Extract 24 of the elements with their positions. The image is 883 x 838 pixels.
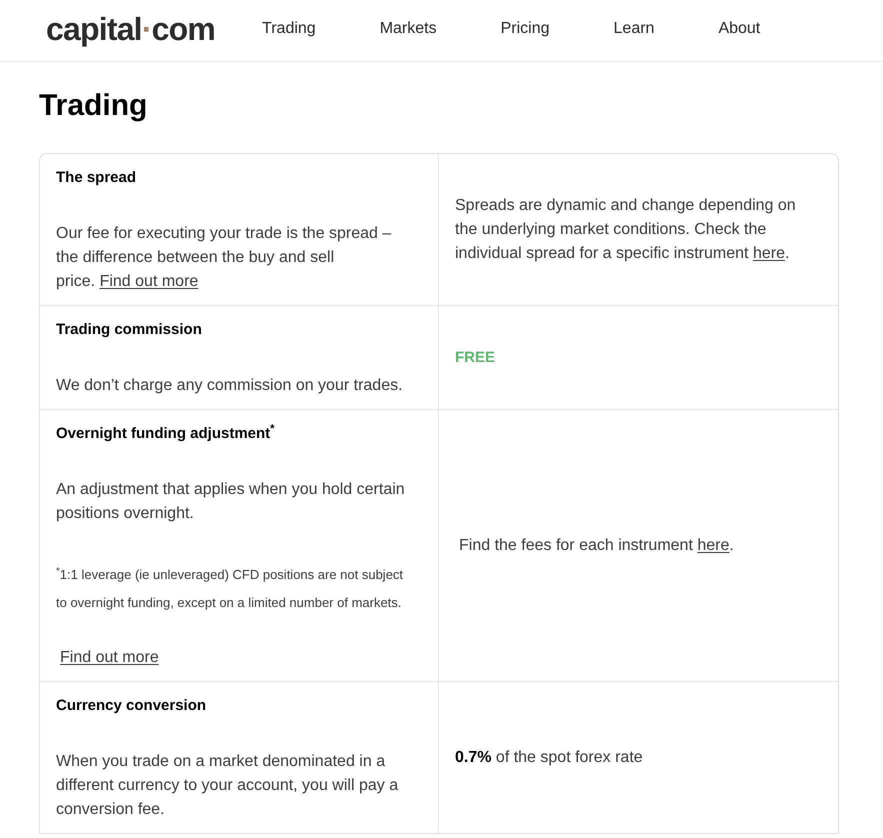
fee-description: An adjustment that applies when you hold certain positions overnight.	[56, 480, 406, 524]
fee-title: Overnight funding adjustment$^{*}$	[56, 422, 276, 444]
nav-link[interactable]: Trading	[262, 16, 316, 40]
fee-description: When you trade on a market denominated in a different currency to your account, you will pay a conversion fee.	[56, 752, 400, 820]
here-link[interactable]: here	[697, 536, 730, 554]
here-link[interactable]: here	[752, 244, 785, 262]
fee-description: We don’t charge any commission on your trades.	[56, 376, 404, 396]
nav-link[interactable]: Markets	[380, 16, 437, 40]
fee-title: Trading commission	[56, 320, 203, 340]
find-out-more-link[interactable]: Find out more	[100, 273, 198, 290]
fee-value-text: 0.7% of the spot forex rate	[455, 748, 643, 768]
footnote-text: $^{*}$1:1 leverage (ie unleveraged) CFD positions are not subject to overnight funding, except on a limited number of markets.	[56, 565, 404, 612]
fee-value-text: Spreads are dynamic and change depending on the underlying market conditions. Check the individual spread for a specific instrument here.	[455, 196, 797, 264]
fee-value-text: Find the fees for each instrument here.	[459, 536, 734, 556]
nav-link[interactable]: Pricing	[500, 16, 550, 40]
fee-title: The spread	[56, 168, 138, 188]
find-out-more-link[interactable]: Find out more	[60, 649, 159, 666]
page-title: Trading	[39, 88, 148, 124]
nav-link[interactable]: About	[718, 16, 760, 40]
logo-link[interactable]: capital·com	[46, 12, 216, 44]
fee-description: Our fee for executing your trade is the spread – the difference between the buy and sell price. Find out more	[56, 224, 392, 292]
fee-title: Currency conversion	[56, 696, 208, 716]
nav-link[interactable]: Learn	[614, 16, 654, 40]
fee-value-text: FREE	[455, 348, 496, 368]
